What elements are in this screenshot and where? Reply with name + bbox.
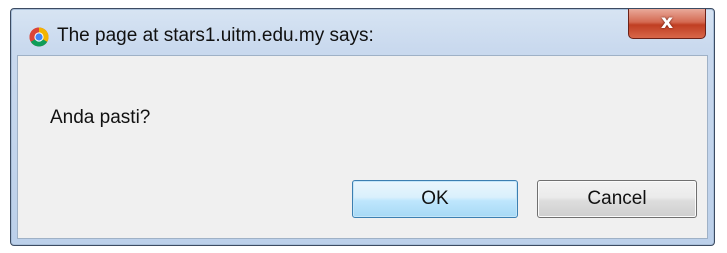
cancel-button[interactable]: Cancel [537, 180, 697, 218]
close-button[interactable]: x [628, 9, 706, 39]
chrome-icon [29, 27, 49, 47]
dialog-window: The page at stars1.uitm.edu.my says: x A… [10, 8, 715, 246]
dialog-title: The page at stars1.uitm.edu.my says: [57, 25, 374, 46]
ok-button[interactable]: OK [352, 180, 518, 218]
dialog-content: Anda pasti? OK Cancel [17, 55, 708, 239]
dialog-titlebar: The page at stars1.uitm.edu.my says: x [11, 9, 714, 55]
dialog-message: Anda pasti? [50, 107, 151, 128]
close-icon: x [660, 11, 674, 33]
